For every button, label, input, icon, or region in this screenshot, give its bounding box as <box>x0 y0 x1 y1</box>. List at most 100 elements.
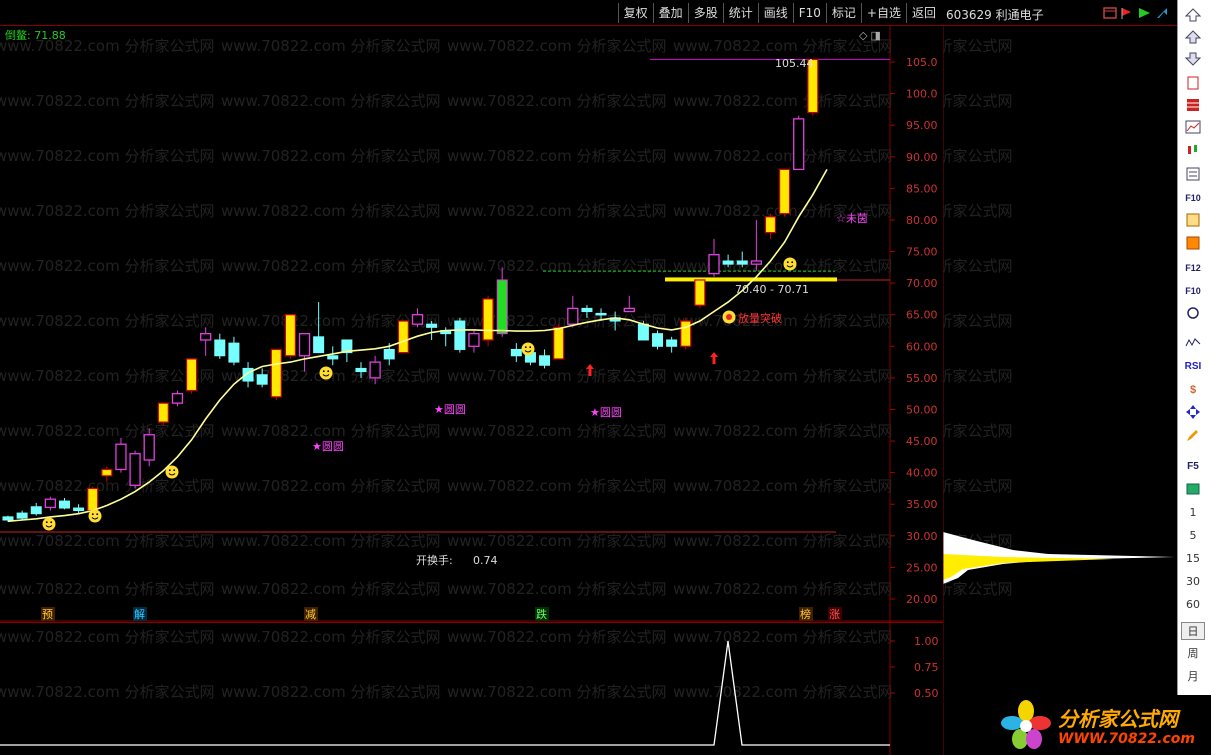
breakout-marker-icon <box>722 310 736 324</box>
toolbar-buttons: 复权 叠加 多股 统计 画线 F10 标记 +自选 返回 <box>617 3 941 23</box>
sub-indicator-chart[interactable]: www.70822.com 分析家公式网 www.70822.com 分析家公式网… <box>0 622 943 755</box>
watermark-text: www.70822.com 分析家公式网 <box>221 628 441 646</box>
watermark-text: www.70822.com 分析家公式网 <box>943 92 1013 110</box>
candle-body <box>411 314 424 325</box>
stock-title: 603629 利通电子 <box>946 8 1044 22</box>
watermark-text: www.70822.com 分析家公式网 <box>447 683 667 701</box>
document-icon[interactable] <box>1183 76 1203 92</box>
rsi-icon[interactable]: RSI <box>1183 359 1203 375</box>
pencil-icon[interactable] <box>1183 428 1203 444</box>
star-label: ★圆圆 <box>312 440 344 453</box>
watermark-text: www.70822.com 分析家公式网 <box>447 628 667 646</box>
watermark-text: www.70822.com 分析家公式网 <box>673 312 893 330</box>
image-icon[interactable] <box>1183 482 1203 498</box>
play-icon[interactable] <box>1137 6 1151 20</box>
volume-profile-svg: www.70822.com 分析家公式网 www.70822.com 分析家公式网… <box>793 26 1175 755</box>
move-icon[interactable] <box>1183 405 1203 421</box>
tab-0[interactable]: 日 <box>1181 622 1205 640</box>
sub-indicator-svg: www.70822.com 分析家公式网 www.70822.com 分析家公式网… <box>0 622 943 755</box>
toolbar-button-7[interactable]: +自选 <box>860 3 906 23</box>
event-label: 减 <box>305 608 316 621</box>
toolbar-button-6[interactable]: 标记 <box>825 3 861 23</box>
sub-tick-label: 1.00 <box>914 635 939 648</box>
period-30[interactable]: 30 <box>1178 575 1208 588</box>
f10-icon[interactable]: F10 <box>1183 190 1203 206</box>
notes-icon[interactable] <box>1183 236 1203 252</box>
line-chart-icon[interactable] <box>1183 120 1203 136</box>
table-icon[interactable] <box>1183 98 1203 114</box>
period-5[interactable]: 5 <box>1178 529 1208 542</box>
watermark-text: www.70822.com 分析家公式网 <box>0 628 215 646</box>
event-label: 预 <box>42 608 53 621</box>
watermark-text: www.70822.com 分析家公式网 <box>673 683 893 701</box>
candle-body <box>567 307 579 325</box>
candle-body <box>496 279 508 335</box>
tab-1[interactable]: 周 <box>1181 645 1205 661</box>
toolbar-button-4[interactable]: 画线 <box>757 3 793 23</box>
event-label: 跌 <box>536 607 547 621</box>
watermark-text: www.70822.com 分析家公式网 <box>221 37 441 55</box>
money-icon[interactable]: $ <box>1183 382 1203 398</box>
watermark-text: www.70822.com 分析家公式网 <box>943 257 1013 275</box>
toolbar-button-1[interactable]: 叠加 <box>652 3 688 23</box>
toolbar-button-0[interactable]: 复权 <box>617 3 653 23</box>
watermark-text: www.70822.com 分析家公式网 <box>221 147 441 165</box>
candle-body <box>708 254 720 275</box>
toolbar-button-5[interactable]: F10 <box>792 3 826 23</box>
candle-chart-icon[interactable] <box>1183 143 1203 159</box>
price-chart[interactable]: www.70822.com 分析家公式网 www.70822.com 分析家公式网… <box>0 26 943 622</box>
stock-header: 603629 利通电子 <box>943 0 1177 26</box>
watermark-text: www.70822.com 分析家公式网 <box>447 92 667 110</box>
candle-body <box>44 498 57 509</box>
arrow-up-right-icon[interactable] <box>1155 6 1169 20</box>
chart-controls[interactable]: ◇ ◨ <box>859 29 881 42</box>
candle-body <box>539 355 551 366</box>
f5-icon[interactable]: F5 <box>1183 459 1203 475</box>
candlestick-chart[interactable]: www.70822.com 分析家公式网 www.70822.com 分析家公式网… <box>0 26 943 622</box>
candle-body <box>73 507 85 512</box>
smiley-marker-icon <box>521 342 535 356</box>
toolbar-button-2[interactable]: 多股 <box>687 3 723 23</box>
period-15[interactable]: 15 <box>1178 552 1208 565</box>
candle-body <box>87 487 99 512</box>
watermark-text: www.70822.com 分析家公式网 <box>673 147 893 165</box>
star-label: ★圆圆 <box>590 406 622 419</box>
watermark-text: www.70822.com 分析家公式网 <box>0 202 215 220</box>
arrow-down-icon[interactable] <box>1183 52 1203 68</box>
toolbar-button-8[interactable]: 返回 <box>905 3 941 23</box>
gauge-icon[interactable] <box>1183 306 1203 322</box>
period-60[interactable]: 60 <box>1178 598 1208 611</box>
event-label: 涨 <box>829 608 840 621</box>
candle-body <box>101 468 113 477</box>
f10-alt-icon[interactable]: F10 <box>1183 283 1203 299</box>
arrow-up-outline-icon[interactable] <box>1183 30 1203 46</box>
candle-body <box>200 333 212 341</box>
candle-body <box>764 216 777 234</box>
candle-body <box>185 358 198 392</box>
candle-body <box>553 326 565 360</box>
window-icon[interactable] <box>1103 6 1117 20</box>
y-tick-label: 100.0 <box>906 88 938 101</box>
watermark-text: www.70822.com 分析家公式网 <box>0 422 215 440</box>
toolbar-button-3[interactable]: 统计 <box>722 3 758 23</box>
watermark-text: www.70822.com 分析家公式网 <box>221 532 441 550</box>
watermark-text: www.70822.com 分析家公式网 <box>447 477 667 495</box>
candle-body <box>256 374 268 385</box>
watermark-text: www.70822.com 分析家公式网 <box>0 257 215 275</box>
wave-icon[interactable] <box>1183 336 1203 352</box>
smiley-marker-icon <box>165 465 179 479</box>
smiley-marker-icon <box>42 517 56 531</box>
candle-body <box>426 323 438 328</box>
watermark-text: www.70822.com 分析家公式网 <box>943 580 1013 598</box>
smiley-marker-icon <box>319 366 333 380</box>
f12-icon[interactable]: F12 <box>1183 260 1203 276</box>
watermark-text: www.70822.com 分析家公式网 <box>221 422 441 440</box>
watermark-text: www.70822.com 分析家公式网 <box>447 202 667 220</box>
period-1[interactable]: 1 <box>1178 506 1208 519</box>
tab-2[interactable]: 月 <box>1181 668 1205 684</box>
arrow-up-icon[interactable] <box>1183 8 1203 24</box>
flag-icon[interactable] <box>1119 6 1133 20</box>
list-icon[interactable] <box>1183 167 1203 183</box>
info-icon[interactable] <box>1183 213 1203 229</box>
watermark-text: www.70822.com 分析家公式网 <box>943 477 1013 495</box>
